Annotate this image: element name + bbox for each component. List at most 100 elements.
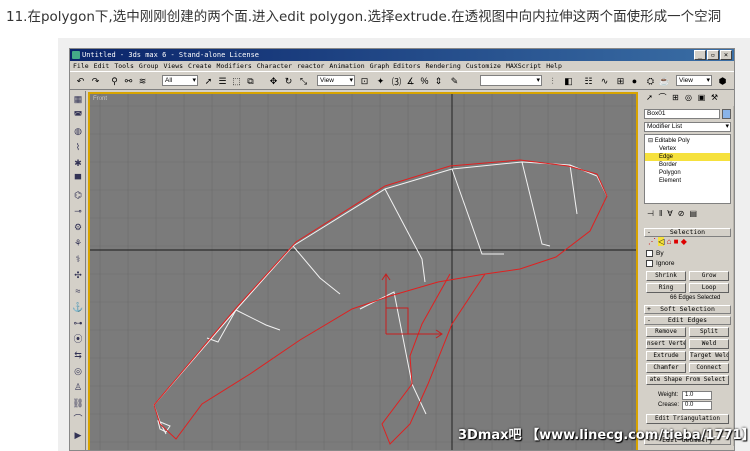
loop-button[interactable]: Loop	[689, 283, 729, 293]
pivot-center-icon[interactable]: ⊡	[358, 74, 371, 88]
menu-modifiers[interactable]: Modifiers	[217, 61, 252, 71]
curve-editor-icon[interactable]: ∿	[598, 74, 611, 88]
menu-reactor[interactable]: reactor	[297, 61, 324, 71]
stack-item-vertex[interactable]: Vertex	[645, 145, 730, 153]
window-crossing-icon[interactable]: ⧉	[244, 74, 257, 88]
car-wheel-icon[interactable]: ◎	[72, 365, 84, 377]
rigid-body-collection-icon[interactable]: ▦	[72, 93, 84, 105]
utilities-tab-icon[interactable]: ⚒	[709, 92, 720, 104]
split-button[interactable]: Split	[689, 327, 729, 337]
crease-spinner[interactable]: 0.0	[682, 401, 712, 410]
insert-vertex-button[interactable]: nsert Verte	[646, 339, 686, 349]
hierarchy-tab-icon[interactable]: ⊞	[670, 92, 681, 104]
spring-icon[interactable]: ⌬	[72, 189, 84, 201]
menu-create[interactable]: Create	[188, 61, 211, 71]
create-tab-icon[interactable]: ➚	[644, 92, 655, 104]
spinner-snap-icon[interactable]: ⇕	[432, 74, 445, 88]
show-end-result-icon[interactable]: ‖	[659, 208, 662, 220]
make-unique-icon[interactable]: ∀	[667, 208, 672, 220]
select-object-icon[interactable]: ➚	[202, 74, 215, 88]
bind-space-warp-icon[interactable]: ≋	[136, 74, 149, 88]
select-manipulate-icon[interactable]: ✦	[374, 74, 387, 88]
render-last-icon[interactable]: ⬢	[716, 74, 729, 88]
selection-rollout-header[interactable]: - Selection	[644, 228, 731, 237]
redo-icon[interactable]: ↷	[89, 74, 102, 88]
stack-item-edge[interactable]: Edge	[645, 153, 730, 161]
plane-icon[interactable]: ▀	[72, 173, 84, 185]
mirror-icon[interactable]: ⫶	[546, 74, 559, 88]
selection-filter-dropdown[interactable]: All	[162, 75, 198, 86]
close-button[interactable]: ×	[720, 50, 732, 60]
named-selection-dropdown[interactable]	[480, 75, 542, 86]
edit-triangulation-button[interactable]: Edit Triangulation	[646, 414, 729, 424]
rope-collection-icon[interactable]: ⌇	[72, 141, 84, 153]
by-vertex-checkbox[interactable]: By	[646, 250, 664, 258]
ragdoll-icon[interactable]: ♙	[72, 381, 84, 393]
grow-button[interactable]: Grow	[689, 271, 729, 281]
menu-character[interactable]: Character	[257, 61, 292, 71]
render-scene-icon[interactable]: ⛭	[644, 74, 657, 88]
modifier-list-dropdown[interactable]: Modifier List	[644, 122, 731, 132]
point-to-point-icon[interactable]: ⦿	[72, 333, 84, 345]
percent-snap-icon[interactable]: %	[418, 74, 431, 88]
target-weld-button[interactable]: Target Weld	[689, 351, 729, 361]
motor-icon[interactable]: ⚙	[72, 221, 84, 233]
menu-animation[interactable]: Animation	[329, 61, 364, 71]
ring-button[interactable]: Ring	[646, 283, 686, 293]
object-color-swatch[interactable]	[722, 109, 731, 119]
pin-stack-icon[interactable]: ⊣	[647, 208, 654, 220]
connect-button[interactable]: Connect	[689, 363, 729, 373]
undo-icon[interactable]: ↶	[74, 74, 87, 88]
wind-icon[interactable]: ⚘	[72, 237, 84, 249]
configure-modifier-sets-icon[interactable]: ▤	[689, 208, 697, 220]
cloth-collection-icon[interactable]: ◚	[72, 109, 84, 121]
quick-render-icon[interactable]: ☕	[658, 74, 671, 88]
angular-dashpot-icon[interactable]: ⌒	[72, 413, 84, 425]
remove-modifier-icon[interactable]: ⊘	[678, 208, 685, 220]
menu-edit[interactable]: Edit	[94, 61, 110, 71]
ignore-backfacing-checkbox[interactable]: Ignore	[646, 260, 674, 268]
toy-car-icon[interactable]: ⚕	[72, 253, 84, 265]
subobject-mode-icons[interactable]: ⋰ ◁ ⌂ ■ ◆	[648, 237, 687, 246]
preview-animation-icon[interactable]: ▶	[72, 429, 84, 441]
menu-tools[interactable]: Tools	[114, 61, 134, 71]
water-icon[interactable]: ≈	[72, 285, 84, 297]
material-editor-icon[interactable]: ●	[628, 74, 641, 88]
stack-item-polygon[interactable]: Polygon	[645, 169, 730, 177]
layer-manager-icon[interactable]: ☷	[582, 74, 595, 88]
object-name-field[interactable]: Box01	[644, 109, 720, 119]
select-move-icon[interactable]: ✥	[267, 74, 280, 88]
stack-item-element[interactable]: Element	[645, 177, 730, 185]
menu-customize[interactable]: Customize	[466, 61, 501, 71]
soft-body-collection-icon[interactable]: ◍	[72, 125, 84, 137]
select-link-icon[interactable]: ⚲	[108, 74, 121, 88]
select-scale-icon[interactable]: ⤡	[297, 74, 310, 88]
edit-edges-rollout-header[interactable]: - Edit Edges	[644, 316, 731, 325]
rect-selection-icon[interactable]: ⬚	[230, 74, 243, 88]
soft-selection-rollout-header[interactable]: + Soft Selection	[644, 305, 731, 314]
align-icon[interactable]: ◧	[562, 74, 575, 88]
prismatic-icon[interactable]: ⇆	[72, 349, 84, 361]
command-panel-scrollbar[interactable]	[733, 106, 734, 446]
chamfer-button[interactable]: Chamfer	[646, 363, 686, 373]
constraint-solver-icon[interactable]: ⚓	[72, 301, 84, 313]
snap-toggle-icon[interactable]: ⑶	[390, 74, 403, 88]
extrude-button[interactable]: Extrude	[646, 351, 686, 361]
menu-maxscript[interactable]: MAXScript	[506, 61, 541, 71]
remove-button[interactable]: Remove	[646, 327, 686, 337]
menu-file[interactable]: File	[73, 61, 89, 71]
restore-button[interactable]: ▫	[707, 50, 719, 60]
modify-tab-icon[interactable]: ⌒	[657, 92, 668, 104]
schematic-view-icon[interactable]: ⊞	[614, 74, 627, 88]
menu-group[interactable]: Group	[139, 61, 159, 71]
menu-rendering[interactable]: Rendering	[426, 61, 461, 71]
display-tab-icon[interactable]: ▣	[696, 92, 707, 104]
named-selection-icon[interactable]: ✎	[448, 74, 461, 88]
stack-item-border[interactable]: Border	[645, 161, 730, 169]
front-viewport[interactable]: Front	[88, 92, 638, 450]
unlink-icon[interactable]: ⚯	[122, 74, 135, 88]
fracture-link-icon[interactable]: ⛓	[72, 397, 84, 409]
menu-graph-editors[interactable]: Graph Editors	[370, 61, 421, 71]
select-rotate-icon[interactable]: ↻	[282, 74, 295, 88]
deforming-mesh-icon[interactable]: ✱	[72, 157, 84, 169]
